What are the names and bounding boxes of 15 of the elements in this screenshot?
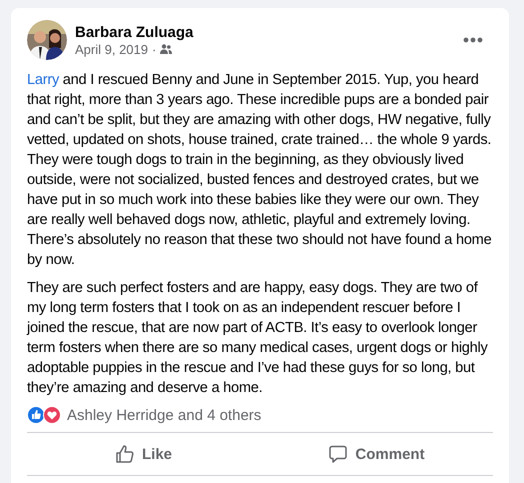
reaction-summary[interactable]: Ashley Herridge and 4 others (67, 406, 262, 424)
like-reaction-icon (27, 406, 45, 424)
people-icon (160, 44, 172, 54)
thumbs-up-icon (114, 444, 135, 464)
post-paragraph: Larry and I rescued Benny and June in September 2015. Yup, you heard that right, more than 3 years ago. These incredible pups are a bonded pair and can’t be split, but they are amazing with other dogs, HW negative, fully vetted, updated on shots, house trained, crate trained… the whole 9 yards. They were tough dogs to train in the beginning, as they obviously lived outside, were not socialized, busted fences and destroyed crates, but we have put in so much work into these babies like they were our own. They are really well behaved dogs now, athletic, playful and extremely loving. There’s absolutely no reason that these two should not have found a home by now. (27, 71, 492, 270)
more-options-icon[interactable] (463, 37, 483, 43)
author-name[interactable]: Barbara Zuluaga (75, 24, 455, 40)
heart-reaction-icon (43, 406, 61, 424)
post-paragraph: They are such perfect fosters and are happy, easy dogs. They are two of my long term fosters that I took on as an independent rescuer before I joined the rescue, that are now part of ACTB. It’s easy to overlook longer term fosters when there are so many medical cases, urgent dogs or highly adoptable puppies in the rescue and I’ve had these guys for so long, but they’re amazing and deserve a home. (27, 279, 489, 398)
like-button[interactable]: Like (114, 444, 172, 464)
speech-bubble-icon (328, 444, 348, 464)
tagged-person-link[interactable]: Larry (27, 72, 59, 88)
separator: · (152, 42, 156, 56)
post-date[interactable]: April 9, 2019 (75, 42, 148, 56)
comment-button[interactable]: Comment (328, 444, 425, 464)
